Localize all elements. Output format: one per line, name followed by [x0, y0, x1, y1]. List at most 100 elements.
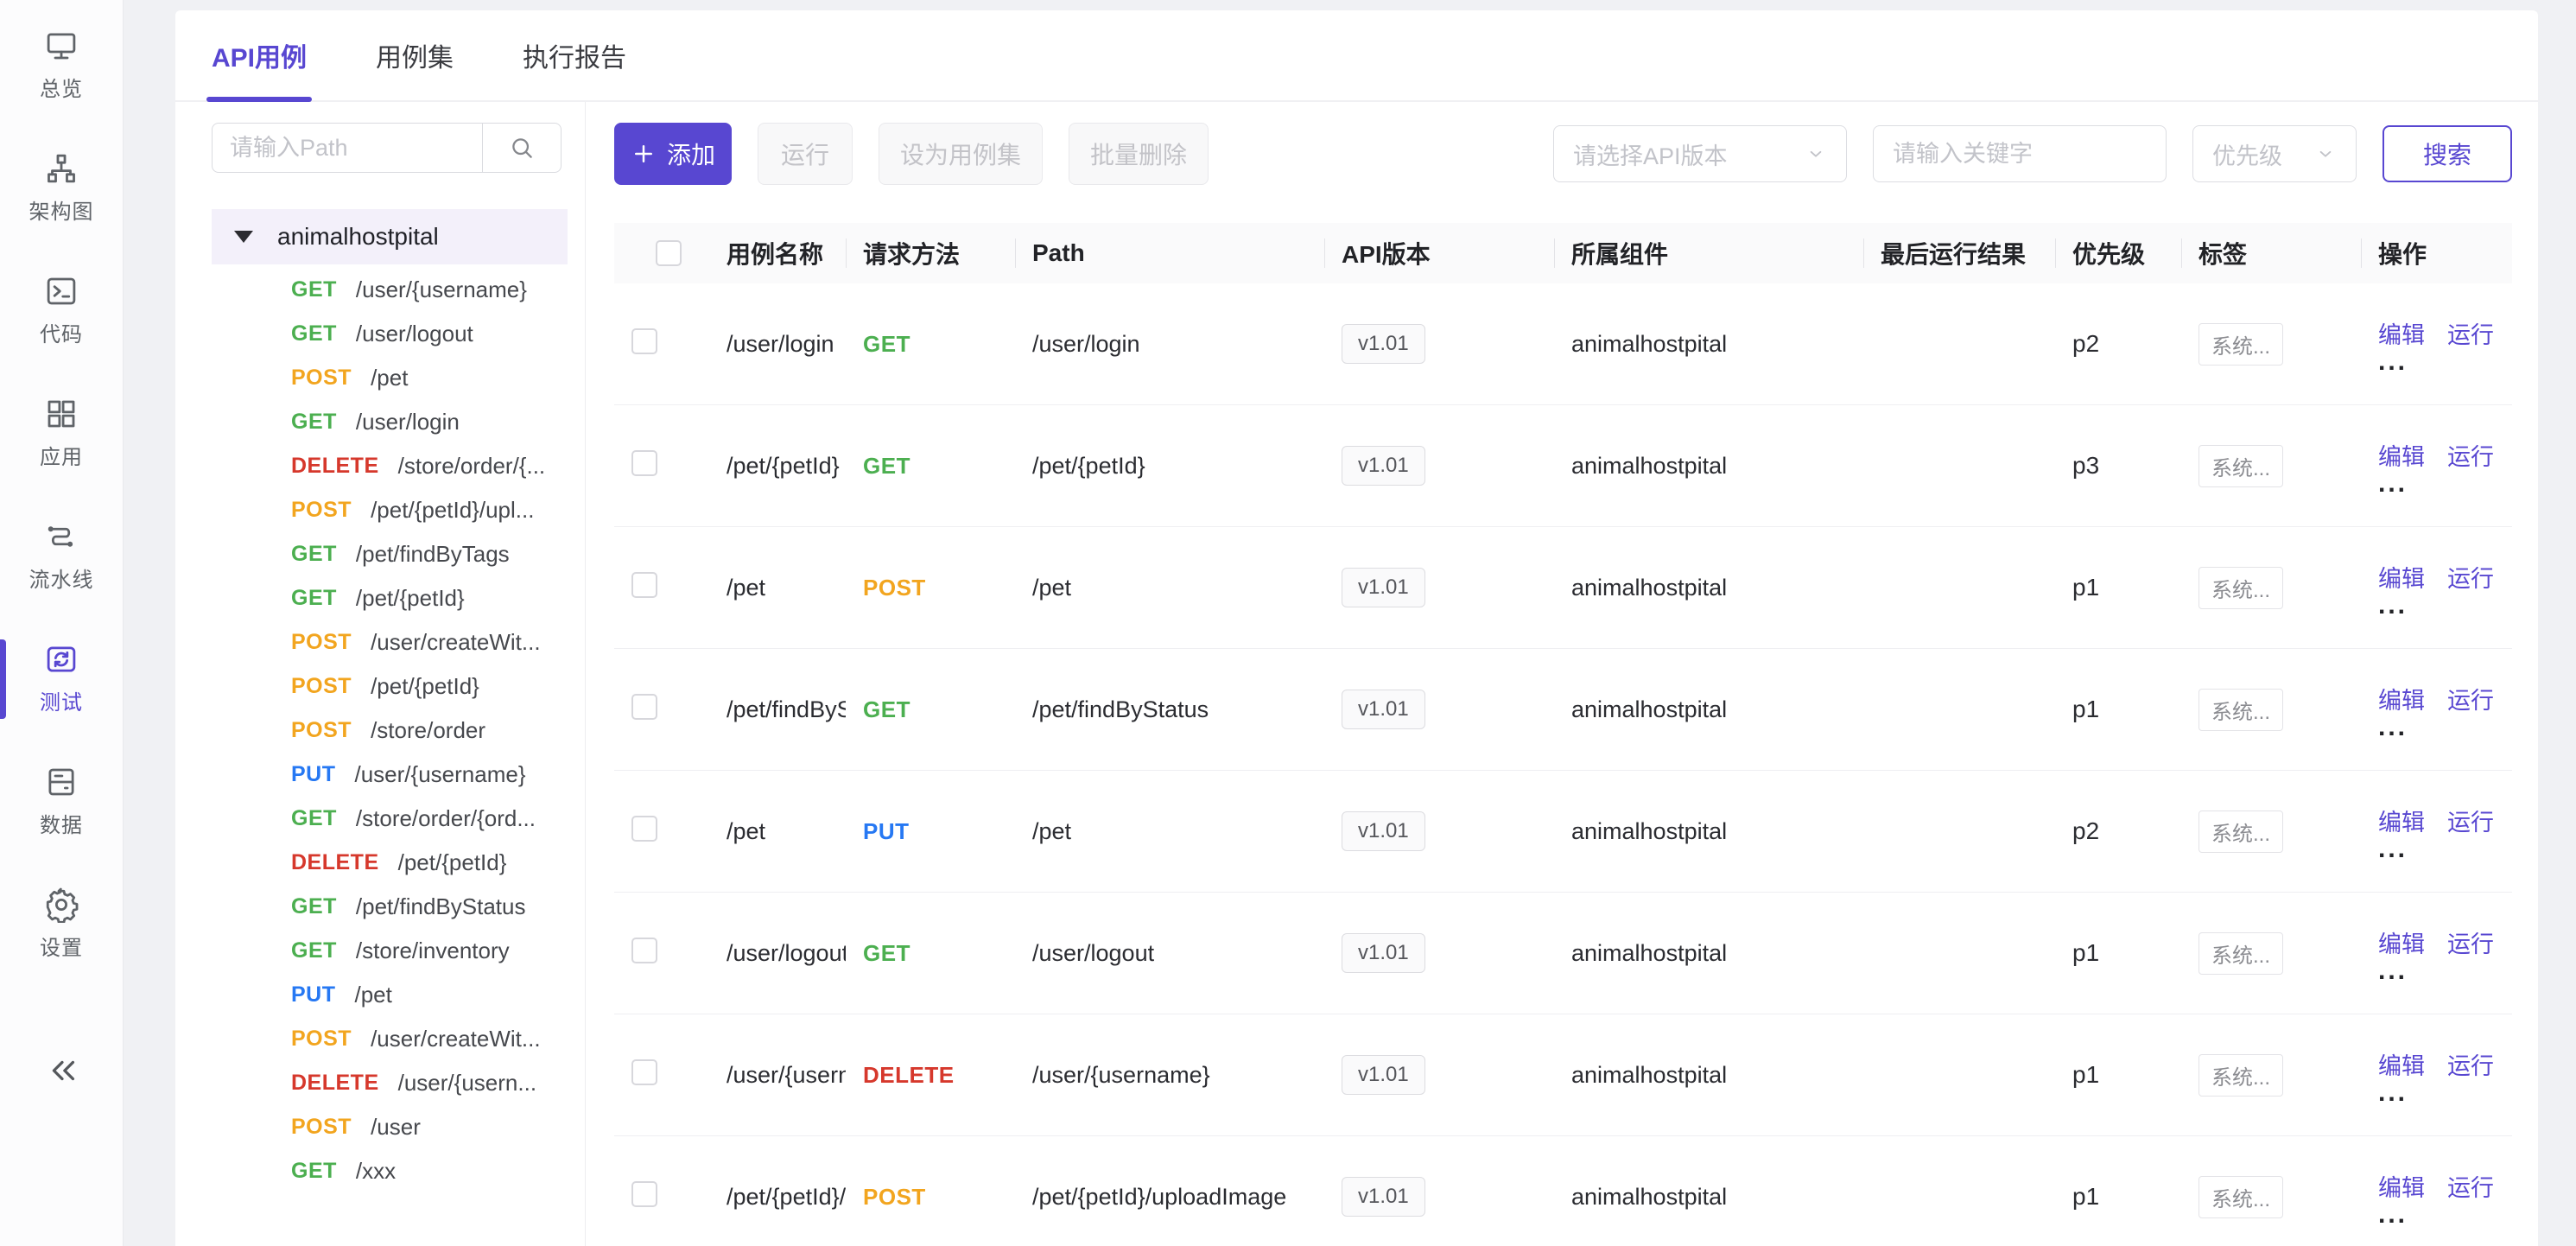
tree-endpoint-item[interactable]: GET /store/inventory — [212, 929, 568, 973]
run-link[interactable]: 运行 — [2447, 682, 2494, 715]
priority-cell: p2 — [2055, 330, 2181, 358]
collapse-sidebar-button[interactable] — [41, 1051, 81, 1090]
more-actions-button[interactable]: ... — [2378, 961, 2413, 982]
sidebar-item-data[interactable]: 数据 — [0, 757, 123, 845]
tree-endpoint-item[interactable]: POST /pet/{petId} — [212, 664, 568, 709]
tree-endpoint-item[interactable]: GET /pet/findByStatus — [212, 885, 568, 929]
tree-folder-animalhostpital[interactable]: animalhostpital — [212, 209, 568, 264]
sidebar-item-test[interactable]: 测试 — [0, 634, 123, 722]
api-version-select[interactable]: 请选择API版本 — [1553, 125, 1847, 182]
tree-endpoint-item[interactable]: GET /store/order/{ord... — [212, 797, 568, 841]
chevron-down-icon — [2314, 143, 2337, 165]
more-actions-button[interactable]: ... — [2378, 717, 2413, 738]
tree-endpoint-item[interactable]: GET /xxx — [212, 1149, 568, 1193]
more-actions-button[interactable]: ... — [2378, 839, 2413, 860]
tree-endpoint-item[interactable]: POST /pet/{petId}/upl... — [212, 488, 568, 532]
run-link[interactable]: 运行 — [2447, 438, 2494, 472]
tab-api-cases[interactable]: API用例 — [212, 10, 307, 100]
tree-endpoint-item[interactable]: GET /user/login — [212, 400, 568, 444]
sidebar-item-apps[interactable]: 应用 — [0, 389, 123, 477]
endpoint-path-label: /user/{username} — [355, 761, 526, 788]
tree-endpoint-item[interactable]: POST /user/createWit... — [212, 620, 568, 664]
actions-cell: 编辑 运行 ... — [2361, 316, 2512, 372]
run-button[interactable]: 运行 — [758, 123, 853, 185]
tree-endpoint-item[interactable]: DELETE /pet/{petId} — [212, 841, 568, 885]
tree-endpoint-item[interactable]: GET /user/logout — [212, 312, 568, 356]
tree-endpoint-item[interactable]: PUT /pet — [212, 973, 568, 1017]
more-actions-button[interactable]: ... — [2378, 1205, 2413, 1225]
search-button[interactable]: 搜索 — [2382, 125, 2512, 182]
row-checkbox[interactable] — [631, 816, 657, 842]
priority-cell: p1 — [2055, 574, 2181, 601]
tree-endpoint-item[interactable]: POST /pet — [212, 356, 568, 400]
col-priority: 优先级 — [2055, 234, 2181, 272]
table-row: /user/{userna... DELETE /user/{username}… — [614, 1014, 2512, 1136]
tab-case-suites[interactable]: 用例集 — [376, 10, 454, 100]
row-checkbox[interactable] — [631, 328, 657, 354]
tree-endpoint-item[interactable]: GET /pet/findByTags — [212, 532, 568, 576]
edit-link[interactable]: 编辑 — [2378, 682, 2425, 715]
endpoint-path-label: /user/createWit... — [371, 629, 541, 656]
filter-group: 请选择API版本 优先级 搜索 — [1553, 125, 2512, 182]
tree-endpoint-item[interactable]: PUT /user/{username} — [212, 753, 568, 797]
batch-delete-button[interactable]: 批量删除 — [1069, 123, 1209, 185]
path-cell: /pet/findByStatus — [1015, 696, 1324, 723]
sidebar-item-pipeline[interactable]: 流水线 — [0, 512, 123, 600]
edit-link[interactable]: 编辑 — [2378, 438, 2425, 472]
priority-select[interactable]: 优先级 — [2192, 125, 2357, 182]
edit-link[interactable]: 编辑 — [2378, 804, 2425, 837]
tree-endpoint-item[interactable]: GET /pet/{petId} — [212, 576, 568, 620]
tree-endpoint-item[interactable]: POST /store/order — [212, 709, 568, 753]
run-link[interactable]: 运行 — [2447, 316, 2494, 350]
run-link[interactable]: 运行 — [2447, 1047, 2494, 1081]
double-chevron-left-icon — [41, 1051, 81, 1090]
sidebar-item-settings[interactable]: 设置 — [0, 880, 123, 968]
actions-cell: 编辑 运行 ... — [2361, 438, 2512, 494]
row-checkbox[interactable] — [631, 694, 657, 720]
path-search-input[interactable] — [212, 123, 482, 173]
tree-endpoint-item[interactable]: GET /user/{username} — [212, 268, 568, 312]
case-name-cell: /pet/{petId}/u... — [709, 1184, 846, 1211]
tree-endpoint-item[interactable]: DELETE /user/{usern... — [212, 1061, 568, 1105]
add-button[interactable]: 添加 — [614, 123, 732, 185]
edit-link[interactable]: 编辑 — [2378, 1169, 2425, 1203]
more-actions-button[interactable]: ... — [2378, 474, 2413, 494]
component-cell: animalhostpital — [1554, 575, 1863, 601]
search-icon — [508, 134, 536, 162]
method-cell: POST — [846, 575, 1015, 601]
sidebar-item-architecture[interactable]: 架构图 — [0, 143, 123, 232]
sidebar-item-overview[interactable]: 总览 — [0, 21, 123, 109]
more-actions-button[interactable]: ... — [2378, 352, 2413, 372]
tree-endpoint-item[interactable]: DELETE /store/order/{... — [212, 444, 568, 488]
row-checkbox[interactable] — [631, 450, 657, 476]
more-actions-button[interactable]: ... — [2378, 1083, 2413, 1103]
row-checkbox[interactable] — [631, 572, 657, 598]
edit-link[interactable]: 编辑 — [2378, 316, 2425, 350]
row-checkbox[interactable] — [631, 1181, 657, 1207]
api-version-badge: v1.01 — [1342, 324, 1425, 364]
tab-execution-reports[interactable]: 执行报告 — [523, 10, 626, 100]
keyword-input[interactable] — [1873, 125, 2167, 182]
sidebar-item-code[interactable]: 代码 — [0, 266, 123, 354]
tree-search-button[interactable] — [482, 123, 562, 173]
select-all-checkbox[interactable] — [656, 240, 682, 266]
edit-link[interactable]: 编辑 — [2378, 1047, 2425, 1081]
edit-link[interactable]: 编辑 — [2378, 560, 2425, 594]
priority-cell: p1 — [2055, 1183, 2181, 1211]
row-checkbox[interactable] — [631, 938, 657, 963]
run-link[interactable]: 运行 — [2447, 804, 2494, 837]
api-version-badge: v1.01 — [1342, 568, 1425, 607]
edit-link[interactable]: 编辑 — [2378, 925, 2425, 959]
run-link[interactable]: 运行 — [2447, 560, 2494, 594]
tree-endpoint-item[interactable]: POST /user/createWit... — [212, 1017, 568, 1061]
more-actions-button[interactable]: ... — [2378, 595, 2413, 616]
row-checkbox[interactable] — [631, 1059, 657, 1085]
http-method-label: DELETE — [291, 1071, 379, 1096]
tree-endpoint-item[interactable]: POST /user — [212, 1105, 568, 1149]
active-indicator — [0, 639, 6, 719]
set-as-suite-button[interactable]: 设为用例集 — [879, 123, 1043, 185]
method-cell: GET — [846, 940, 1015, 967]
run-link[interactable]: 运行 — [2447, 925, 2494, 959]
table-header: 用例名称 请求方法 Path API版本 所属组件 最后运行结果 优先级 标签 … — [614, 223, 2512, 283]
run-link[interactable]: 运行 — [2447, 1169, 2494, 1203]
